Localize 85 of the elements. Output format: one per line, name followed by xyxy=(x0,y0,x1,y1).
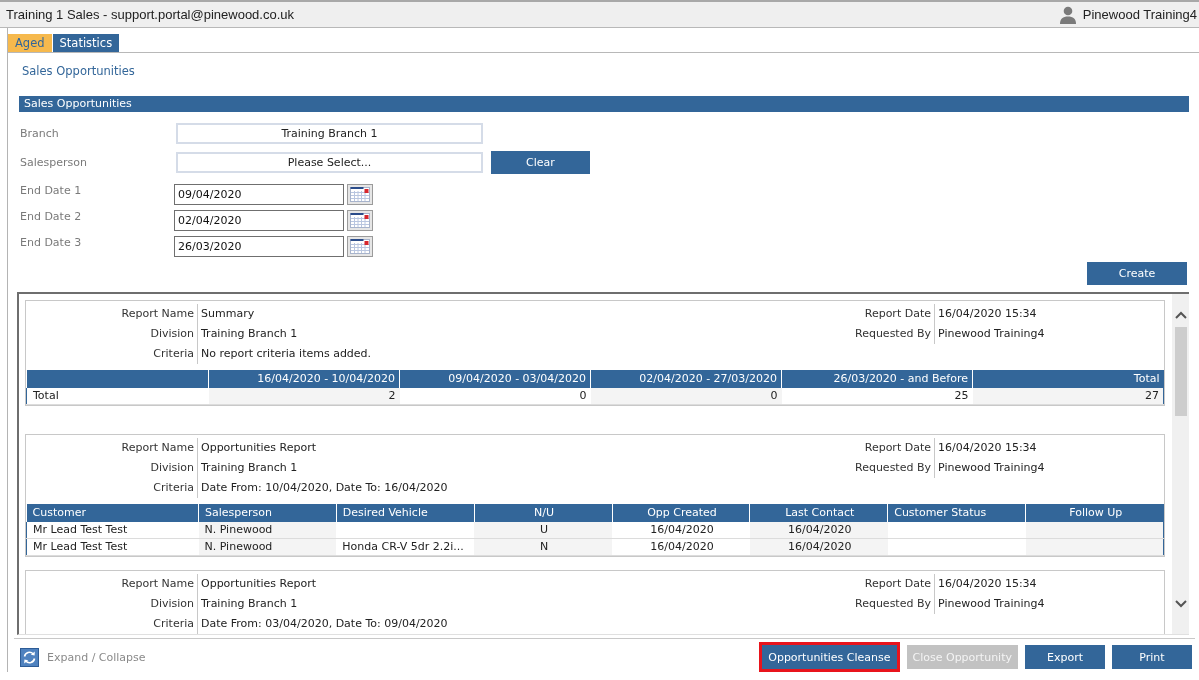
chevron-down-icon[interactable] xyxy=(1174,600,1187,608)
field-value: 16/04/2020 15:34 xyxy=(937,576,1038,592)
section-header: Sales Opportunities xyxy=(19,96,1189,112)
field-value: Training Branch 1 xyxy=(200,596,299,612)
column-header[interactable]: Opp Created xyxy=(612,504,750,522)
field-value: Opportunities Report xyxy=(200,440,318,456)
field-value: No report criteria items added. xyxy=(200,346,372,362)
field-value: Pinewood Training4 xyxy=(937,460,1046,476)
column-header[interactable]: N/U xyxy=(474,504,613,522)
field-label: Report Date xyxy=(795,304,935,324)
field-label: Criteria xyxy=(26,344,198,364)
scrollbar[interactable] xyxy=(1172,294,1189,634)
select-field[interactable]: Training Branch 1 xyxy=(176,123,483,144)
calendar-icon[interactable] xyxy=(347,210,373,231)
field-value: Training Branch 1 xyxy=(200,326,299,342)
date-field[interactable]: 26/03/2020 xyxy=(174,236,344,257)
field-label: Division xyxy=(26,458,198,478)
field-label: Report Name xyxy=(26,304,198,324)
column-header[interactable]: Salesperson xyxy=(198,504,337,522)
field-label: Report Date xyxy=(795,574,935,594)
field-label: Report Name xyxy=(26,574,198,594)
window-title: Training 1 Sales - support.portal@pinewood.co.uk xyxy=(6,7,295,22)
table-cell: 16/04/2020 xyxy=(749,522,888,539)
field-label: End Date 2 xyxy=(20,210,83,224)
date-field[interactable]: 09/04/2020 xyxy=(174,184,344,205)
table-cell: 27 xyxy=(972,388,1164,405)
field-value: Summary xyxy=(200,306,256,322)
field-value: 16/04/2020 15:34 xyxy=(937,440,1038,456)
tab[interactable]: Statistics xyxy=(52,34,120,52)
field-value: Pinewood Training4 xyxy=(937,596,1046,612)
page-title: Sales Opportunities xyxy=(21,63,136,79)
field-value: Pinewood Training4 xyxy=(937,326,1046,342)
field-label: Report Date xyxy=(795,438,935,458)
table-cell: 0 xyxy=(399,388,591,405)
date-field[interactable]: 02/04/2020 xyxy=(174,210,344,231)
field-label: Criteria xyxy=(26,478,198,498)
circular-arrows-icon xyxy=(20,647,39,667)
create-button[interactable]: Create xyxy=(1087,262,1187,285)
table-cell: 16/04/2020 xyxy=(612,522,750,539)
field-label: Division xyxy=(26,324,198,344)
field-label: Salesperson xyxy=(20,155,88,170)
table-cell: 25 xyxy=(781,388,973,405)
column-header[interactable]: 16/04/2020 - 10/04/2020 xyxy=(208,370,400,388)
field-value: 16/04/2020 15:34 xyxy=(937,306,1038,322)
field-value: Date From: 10/04/2020, Date To: 16/04/2020 xyxy=(200,480,448,496)
select-field[interactable]: Please Select... xyxy=(176,152,483,173)
field-label: Requested By xyxy=(795,458,935,478)
expand-collapse-button[interactable]: Expand / Collapse xyxy=(20,647,146,667)
field-label: Criteria xyxy=(26,614,198,634)
field-label: End Date 1 xyxy=(20,184,83,198)
field-label: Division xyxy=(26,594,198,614)
field-value: Opportunities Report xyxy=(200,576,318,592)
field-label: End Date 3 xyxy=(20,236,83,250)
scrollbar-thumb[interactable] xyxy=(1174,327,1187,416)
user-icon xyxy=(1059,5,1076,24)
column-header[interactable]: Total xyxy=(972,370,1164,388)
field-label: Report Name xyxy=(26,438,198,458)
table-cell: 2 xyxy=(208,388,400,405)
calendar-icon[interactable] xyxy=(347,184,373,205)
table-cell: Mr Lead Test Test xyxy=(26,522,199,539)
footer-button[interactable]: Print xyxy=(1112,645,1192,669)
column-header[interactable]: Desired Vehicle xyxy=(336,504,475,522)
field-value: Date From: 03/04/2020, Date To: 09/04/2020 xyxy=(200,616,448,632)
table-cell: 0 xyxy=(590,388,782,405)
column-header[interactable]: Customer Status xyxy=(887,504,1026,522)
field-label: Branch xyxy=(20,126,60,141)
footer-button[interactable]: Opportunities Cleanse xyxy=(759,642,900,672)
table-cell: Total xyxy=(26,388,209,405)
calendar-icon[interactable] xyxy=(347,236,373,257)
column-header[interactable]: 02/04/2020 - 27/03/2020 xyxy=(590,370,782,388)
column-header[interactable]: 26/03/2020 - and Before xyxy=(781,370,973,388)
column-header[interactable]: 09/04/2020 - 03/04/2020 xyxy=(399,370,591,388)
user-name[interactable]: Pinewood Training4 xyxy=(1082,7,1197,22)
field-label: Requested By xyxy=(795,324,935,344)
column-header[interactable]: Follow Up xyxy=(1025,504,1164,522)
footer-button[interactable]: Export xyxy=(1025,645,1105,669)
field-value: Training Branch 1 xyxy=(200,460,299,476)
tab[interactable]: Aged xyxy=(8,34,52,52)
column-header[interactable]: Last Contact xyxy=(749,504,888,522)
clear-button[interactable]: Clear xyxy=(491,151,590,174)
table-cell: N. Pinewood xyxy=(198,522,337,539)
chevron-up-icon[interactable] xyxy=(1174,311,1187,319)
field-label: Requested By xyxy=(795,594,935,614)
table-cell: U xyxy=(474,522,613,539)
column-header[interactable]: Customer xyxy=(26,504,199,522)
